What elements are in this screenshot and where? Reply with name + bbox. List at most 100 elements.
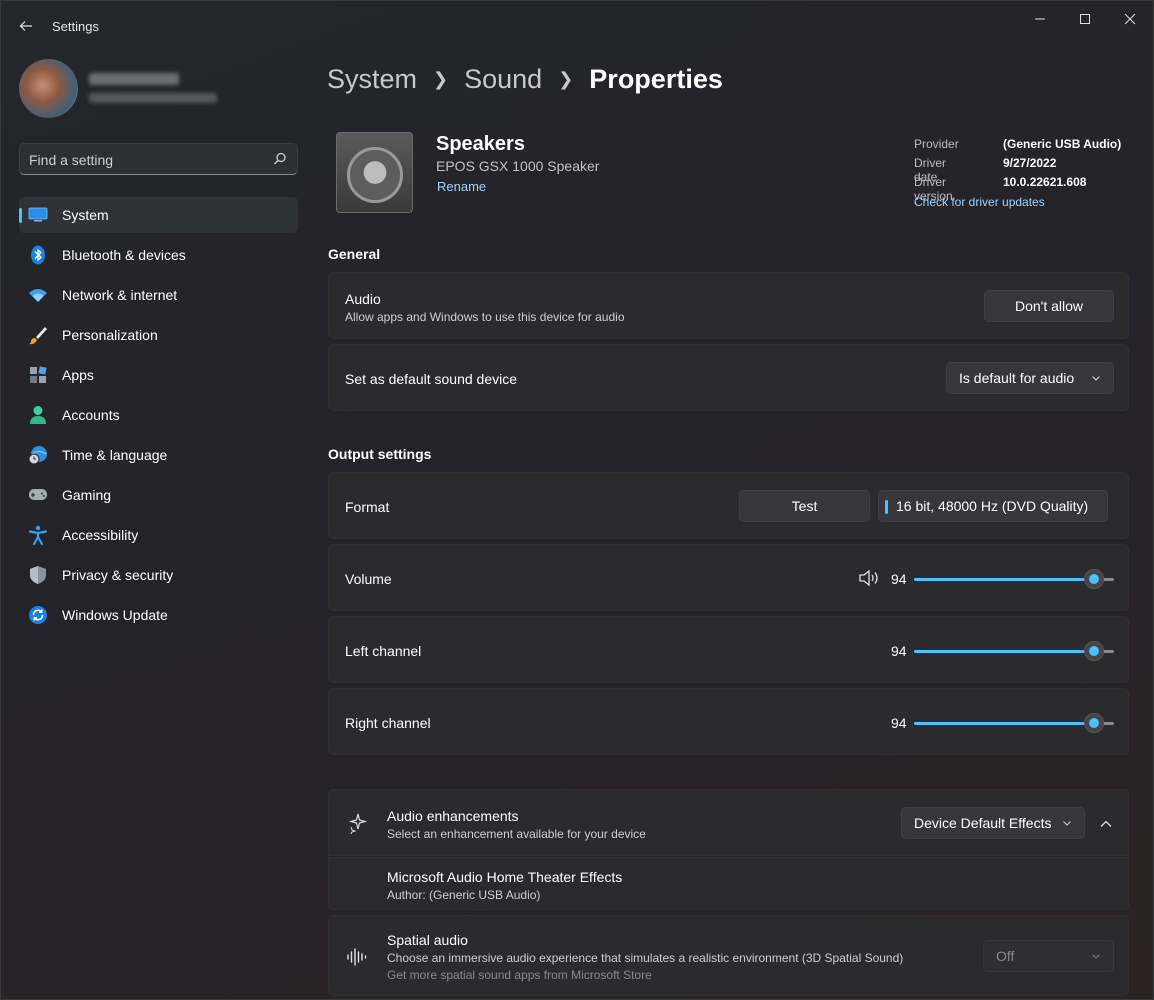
app-title: Settings [52,19,99,34]
search-box[interactable] [19,143,298,175]
default-device-card: Set as default sound device Is default f… [328,344,1129,411]
spatial-audio-description: Choose an immersive audio experience tha… [387,951,904,965]
driver-provider-value: (Generic USB Audio) [1003,137,1122,151]
shield-icon [28,565,48,585]
check-driver-updates-link[interactable]: Check for driver updates [914,195,1045,209]
sidebar-item-gaming[interactable]: Gaming [19,477,298,513]
minimize-button[interactable] [1017,5,1063,33]
close-icon [1124,13,1136,25]
left-channel-value: 94 [891,643,907,659]
slider-thumb[interactable] [1084,641,1104,661]
sidebar-item-windows-update[interactable]: Windows Update [19,597,298,633]
slider-thumb[interactable] [1084,713,1104,733]
right-channel-value: 94 [891,715,907,731]
sparkle-icon [348,813,368,834]
spatial-audio-label: Spatial audio [387,932,468,948]
sidebar-item-label: Windows Update [62,607,168,623]
right-channel-slider[interactable] [914,713,1114,733]
driver-date-value: 9/27/2022 [1003,156,1057,170]
volume-slider[interactable] [914,569,1114,589]
slider-fill [914,722,1094,725]
maximize-button[interactable] [1062,5,1108,33]
sidebar-item-label: Accessibility [62,527,139,543]
accessibility-icon [28,525,48,545]
sidebar-item-privacy[interactable]: Privacy & security [19,557,298,593]
sidebar-item-label: Bluetooth & devices [62,247,186,263]
minimize-icon [1035,18,1045,20]
format-card: Format Test 16 bit, 48000 Hz (DVD Qualit… [328,472,1129,539]
profile-email-blurred [89,93,217,103]
brush-icon [28,325,48,345]
format-value: 16 bit, 48000 Hz (DVD Quality) [896,498,1089,514]
sidebar-nav: System Bluetooth & devices Network & int… [19,197,298,637]
section-title-general: General [328,246,381,262]
right-channel-label: Right channel [345,715,431,731]
sidebar-item-apps[interactable]: Apps [19,357,298,393]
left-channel-card: Left channel 94 [328,616,1129,683]
slider-fill [914,650,1094,653]
left-channel-label: Left channel [345,643,422,659]
breadcrumb-system[interactable]: System [327,64,417,95]
effect-item: Microsoft Audio Home Theater Effects Aut… [328,857,1129,910]
audio-label: Audio [345,291,381,307]
sidebar-item-label: Privacy & security [62,567,174,583]
breadcrumb-sound[interactable]: Sound [464,64,542,95]
sidebar-item-label: Time & language [62,447,168,463]
chevron-right-icon: ❯ [558,68,574,89]
spatial-audio-card: Spatial audio Choose an immersive audio … [328,915,1129,996]
title-bar: Settings [1,1,1154,51]
driver-provider-label: Provider [914,137,959,151]
enhancements-dropdown[interactable]: Device Default Effects [901,807,1085,839]
page-title: Properties [589,63,723,94]
sidebar-item-personalization[interactable]: Personalization [19,317,298,353]
left-channel-slider[interactable] [914,641,1114,661]
volume-card: Volume 94 [328,544,1129,611]
speaker-icon [336,132,413,213]
speaker-volume-icon[interactable] [859,569,881,587]
profile-name-blurred [89,73,179,85]
driver-version-value: 10.0.22621.608 [1003,175,1087,189]
wifi-icon [28,285,48,305]
spatial-store-link[interactable]: Get more spatial sound apps from Microso… [387,968,652,982]
section-title-output: Output settings [328,446,432,462]
format-label: Format [345,499,390,515]
dont-allow-button[interactable]: Don't allow [984,290,1114,322]
test-button[interactable]: Test [739,490,870,522]
chevron-up-icon[interactable] [1099,817,1113,831]
sidebar-item-system[interactable]: System [19,197,298,233]
sidebar-item-accounts[interactable]: Accounts [19,397,298,433]
format-select[interactable]: 16 bit, 48000 Hz (DVD Quality) [878,490,1108,522]
dropdown-value: Is default for audio [959,370,1075,386]
sidebar-item-time-language[interactable]: Time & language [19,437,298,473]
search-icon[interactable] [273,152,287,166]
breadcrumb: System ❯ Sound ❯ Properties [327,59,723,99]
effect-name: Microsoft Audio Home Theater Effects [387,869,623,885]
dropdown-value: Device Default Effects [914,815,1052,831]
sidebar-item-bluetooth[interactable]: Bluetooth & devices [19,237,298,273]
sidebar-item-accessibility[interactable]: Accessibility [19,517,298,553]
spatial-audio-dropdown[interactable]: Off [983,940,1114,972]
right-channel-card: Right channel 94 [328,688,1129,755]
search-input[interactable] [29,150,259,170]
update-icon [28,605,48,625]
globe-clock-icon [28,445,48,465]
chevron-down-icon [1092,376,1100,381]
chevron-down-icon [1063,821,1071,826]
back-button[interactable] [13,13,39,39]
focus-indicator [885,500,888,514]
settings-window: Settings System [0,0,1154,1000]
bluetooth-icon [28,245,48,265]
sidebar-item-label: Personalization [62,327,158,343]
effect-author: Author: (Generic USB Audio) [387,888,541,902]
rename-link[interactable]: Rename [437,179,486,194]
enhancements-label: Audio enhancements [387,808,519,824]
dropdown-value: Off [996,948,1015,964]
audio-enhancements-card[interactable]: Audio enhancements Select an enhancement… [328,789,1129,856]
system-icon [28,205,48,225]
sidebar-item-label: Network & internet [62,287,178,303]
slider-thumb[interactable] [1084,569,1104,589]
close-button[interactable] [1107,5,1153,33]
sidebar-item-network[interactable]: Network & internet [19,277,298,313]
maximize-icon [1080,14,1090,24]
default-device-dropdown[interactable]: Is default for audio [946,362,1114,394]
